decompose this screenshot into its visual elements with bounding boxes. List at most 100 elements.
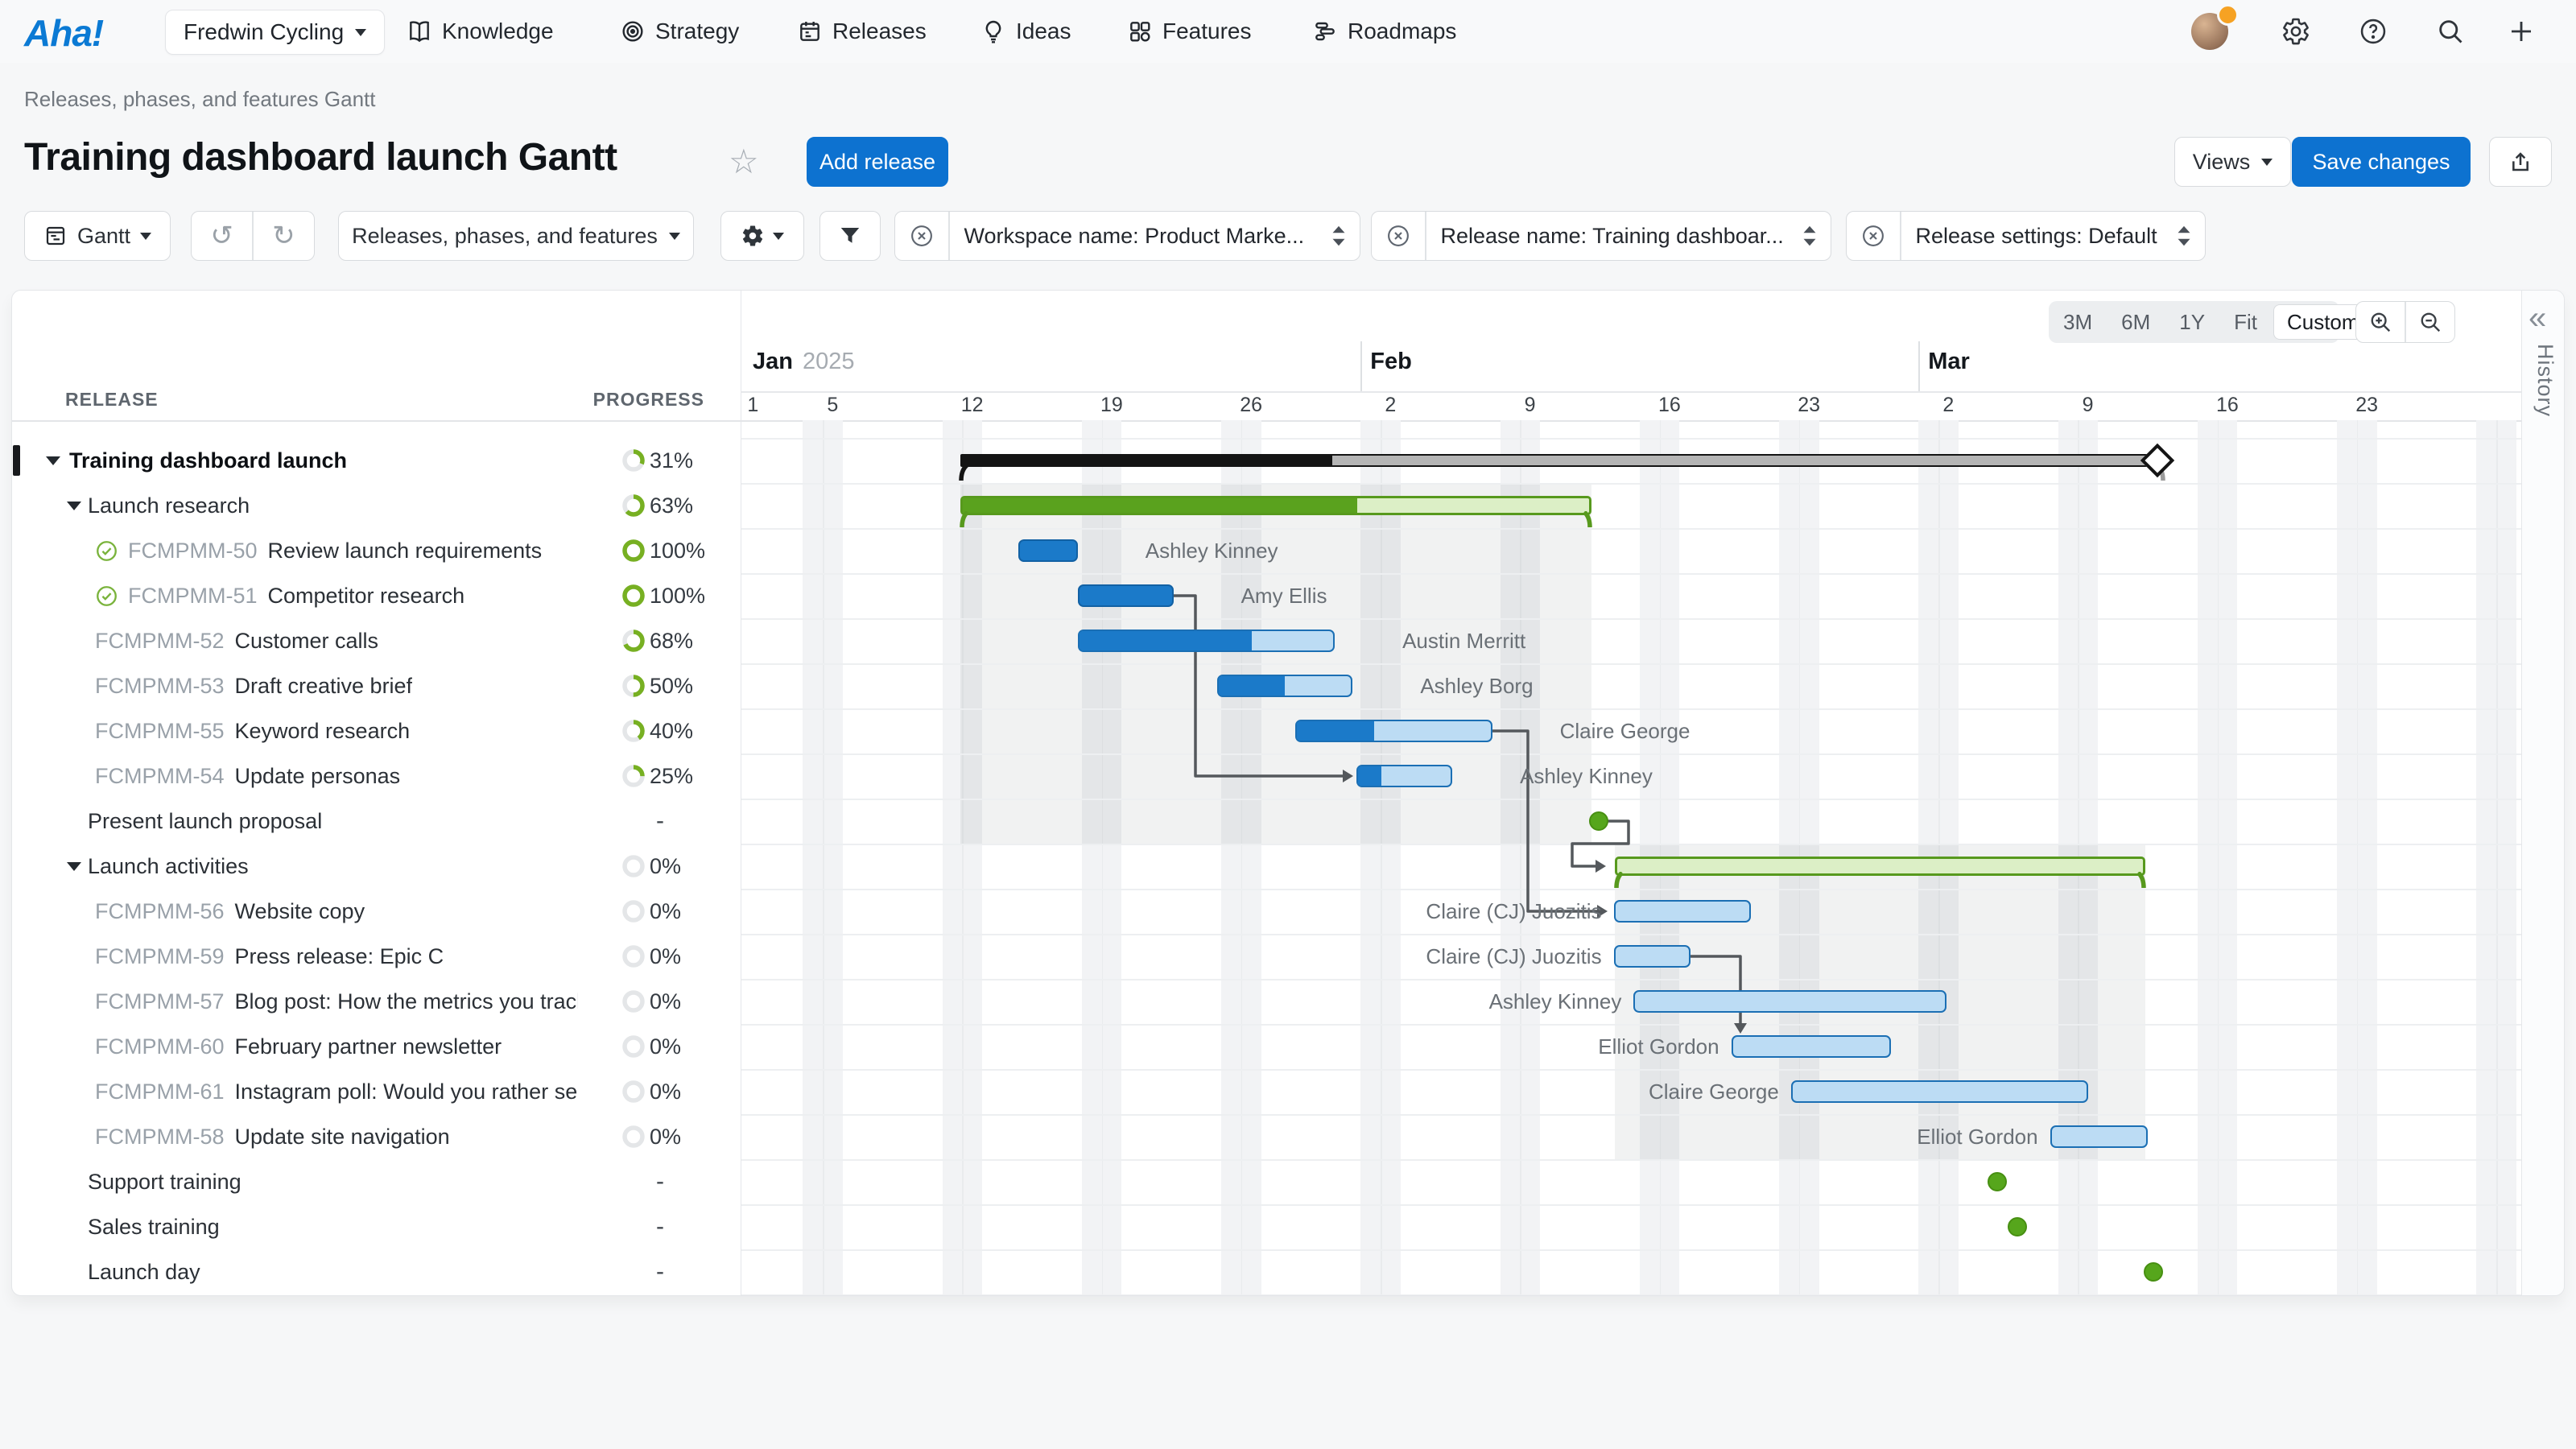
progress-value: 0% (650, 889, 681, 934)
milestone-dot[interactable] (2008, 1217, 2027, 1236)
feature-name: Website copy (235, 899, 365, 924)
ideas-icon (980, 19, 1006, 44)
feature-bar[interactable] (1614, 945, 1690, 968)
help-button[interactable] (2358, 16, 2388, 47)
release-bar[interactable] (960, 454, 2157, 467)
feature-name: Press release: Epic C (235, 944, 444, 969)
table-row[interactable]: FCMPMM-60February partner newsletter0% (12, 1024, 740, 1069)
views-label: Views (2193, 150, 2251, 175)
preset-1y[interactable]: 1Y (2165, 310, 2219, 335)
feature-bar[interactable] (1078, 584, 1174, 607)
table-row[interactable]: Training dashboard launch31% (12, 438, 740, 483)
preset-3m[interactable]: 3M (2049, 310, 2107, 335)
remove-filter-icon[interactable] (1847, 224, 1900, 248)
search-button[interactable] (2435, 16, 2466, 47)
table-row[interactable]: FCMPMM-54Update personas25% (12, 753, 740, 799)
settings-button[interactable] (2281, 16, 2311, 47)
workspace-switcher[interactable]: Fredwin Cycling (165, 10, 385, 55)
bar-tail (1583, 511, 1592, 529)
preset-6m[interactable]: 6M (2107, 310, 2165, 335)
add-release-button[interactable]: Add release (807, 137, 948, 187)
feature-bar[interactable] (2050, 1125, 2148, 1148)
table-row[interactable]: FCMPMM-59Press release: Epic C0% (12, 934, 740, 979)
feature-bar[interactable] (1295, 720, 1492, 742)
filter-pill-workspace[interactable]: Workspace name: Product Marke... (894, 211, 1360, 261)
feature-bar[interactable] (1633, 990, 1946, 1013)
table-row[interactable]: FCMPMM-53Draft creative brief50% (12, 663, 740, 708)
views-button[interactable]: Views (2174, 137, 2291, 187)
zoom-in-button[interactable] (2356, 302, 2405, 342)
dependency-arrowhead (1343, 770, 1353, 782)
grouping-dropdown[interactable]: Releases, phases, and features (338, 211, 694, 261)
expand-caret[interactable] (67, 862, 81, 871)
nav-item-releases[interactable]: Releases (797, 0, 927, 63)
remove-filter-icon[interactable] (1372, 224, 1425, 248)
bar-tail (1614, 872, 1624, 890)
progress-value: 68% (650, 618, 693, 663)
filter-label: Release name: Training dashboar... (1426, 224, 1802, 249)
redo-button[interactable]: ↻ (254, 220, 314, 252)
expand-caret[interactable] (46, 456, 60, 465)
progress-donut (622, 539, 645, 562)
progress-empty: - (656, 1204, 664, 1249)
table-row[interactable]: Present launch proposal- (12, 799, 740, 844)
table-row[interactable]: FCMPMM-50Review launch requirements100% (12, 528, 740, 573)
nav-item-ideas[interactable]: Ideas (980, 0, 1071, 63)
feature-name: Blog post: How the metrics you track im.… (235, 989, 579, 1014)
add-button[interactable] (2506, 16, 2537, 47)
preset-fit[interactable]: Fit (2219, 310, 2272, 335)
progress-value: 25% (650, 753, 693, 799)
table-row[interactable]: FCMPMM-57Blog post: How the metrics you … (12, 979, 740, 1024)
nav-item-strategy[interactable]: Strategy (620, 0, 739, 63)
collapse-chevrons-icon[interactable]: « (2529, 300, 2546, 336)
table-row[interactable]: Support training- (12, 1159, 740, 1204)
save-changes-button[interactable]: Save changes (2292, 137, 2471, 187)
filter-button[interactable] (819, 211, 881, 261)
progress-donut (622, 720, 645, 742)
milestone-dot[interactable] (1589, 811, 1608, 831)
nav-item-features[interactable]: Features (1127, 0, 1252, 63)
share-button[interactable] (2489, 137, 2552, 187)
undo-redo-group: ↺ ↻ (191, 211, 315, 261)
nav-item-knowledge[interactable]: Knowledge (407, 0, 554, 63)
milestone-dot[interactable] (1988, 1172, 2007, 1191)
nav-item-roadmaps[interactable]: Roadmaps (1312, 0, 1456, 63)
share-icon (2508, 149, 2533, 175)
feature-bar[interactable] (1078, 630, 1335, 652)
row-title: Support training (88, 1159, 242, 1204)
table-row[interactable]: FCMPMM-52Customer calls68% (12, 618, 740, 663)
table-row[interactable]: Launch research63% (12, 483, 740, 528)
history-tab[interactable]: History (2533, 344, 2557, 417)
phase-bar[interactable] (1615, 857, 2146, 876)
settings-dropdown[interactable] (720, 211, 804, 261)
expand-caret[interactable] (67, 502, 81, 510)
table-row[interactable]: FCMPMM-58Update site navigation0% (12, 1114, 740, 1159)
search-icon (2436, 17, 2465, 46)
table-row[interactable]: Launch activities0% (12, 844, 740, 889)
filter-label: Release settings: Default (1901, 224, 2177, 249)
sort-arrows-icon (1331, 224, 1347, 248)
remove-filter-icon[interactable] (895, 224, 948, 248)
view-type-dropdown[interactable]: Gantt (24, 211, 171, 261)
feature-bar[interactable] (1217, 675, 1352, 697)
zoom-out-button[interactable] (2406, 302, 2454, 342)
timescale-presets: 3M 6M 1Y Fit Custom (2049, 301, 2339, 343)
feature-bar[interactable] (1791, 1080, 2088, 1103)
filter-pill-release-name[interactable]: Release name: Training dashboar... (1371, 211, 1831, 261)
feature-bar[interactable] (1018, 539, 1078, 562)
table-row[interactable]: Sales training- (12, 1204, 740, 1249)
table-row[interactable]: FCMPMM-61Instagram poll: Would you rathe… (12, 1069, 740, 1114)
table-row[interactable]: FCMPMM-51Competitor research100% (12, 573, 740, 618)
feature-bar[interactable] (1732, 1035, 1891, 1058)
feature-bar[interactable] (1614, 900, 1752, 923)
aha-logo[interactable]: Aha! (24, 11, 103, 55)
table-row[interactable]: Launch day- (12, 1249, 740, 1294)
feature-bar[interactable] (1356, 765, 1452, 787)
table-row[interactable]: FCMPMM-55Keyword research40% (12, 708, 740, 753)
filter-pill-release-settings[interactable]: Release settings: Default (1846, 211, 2206, 261)
favorite-star-icon[interactable]: ☆ (729, 142, 759, 181)
table-row[interactable]: FCMPMM-56Website copy0% (12, 889, 740, 934)
chevron-down-icon (773, 233, 784, 240)
phase-bar[interactable] (960, 496, 1592, 515)
undo-button[interactable]: ↺ (192, 220, 252, 252)
